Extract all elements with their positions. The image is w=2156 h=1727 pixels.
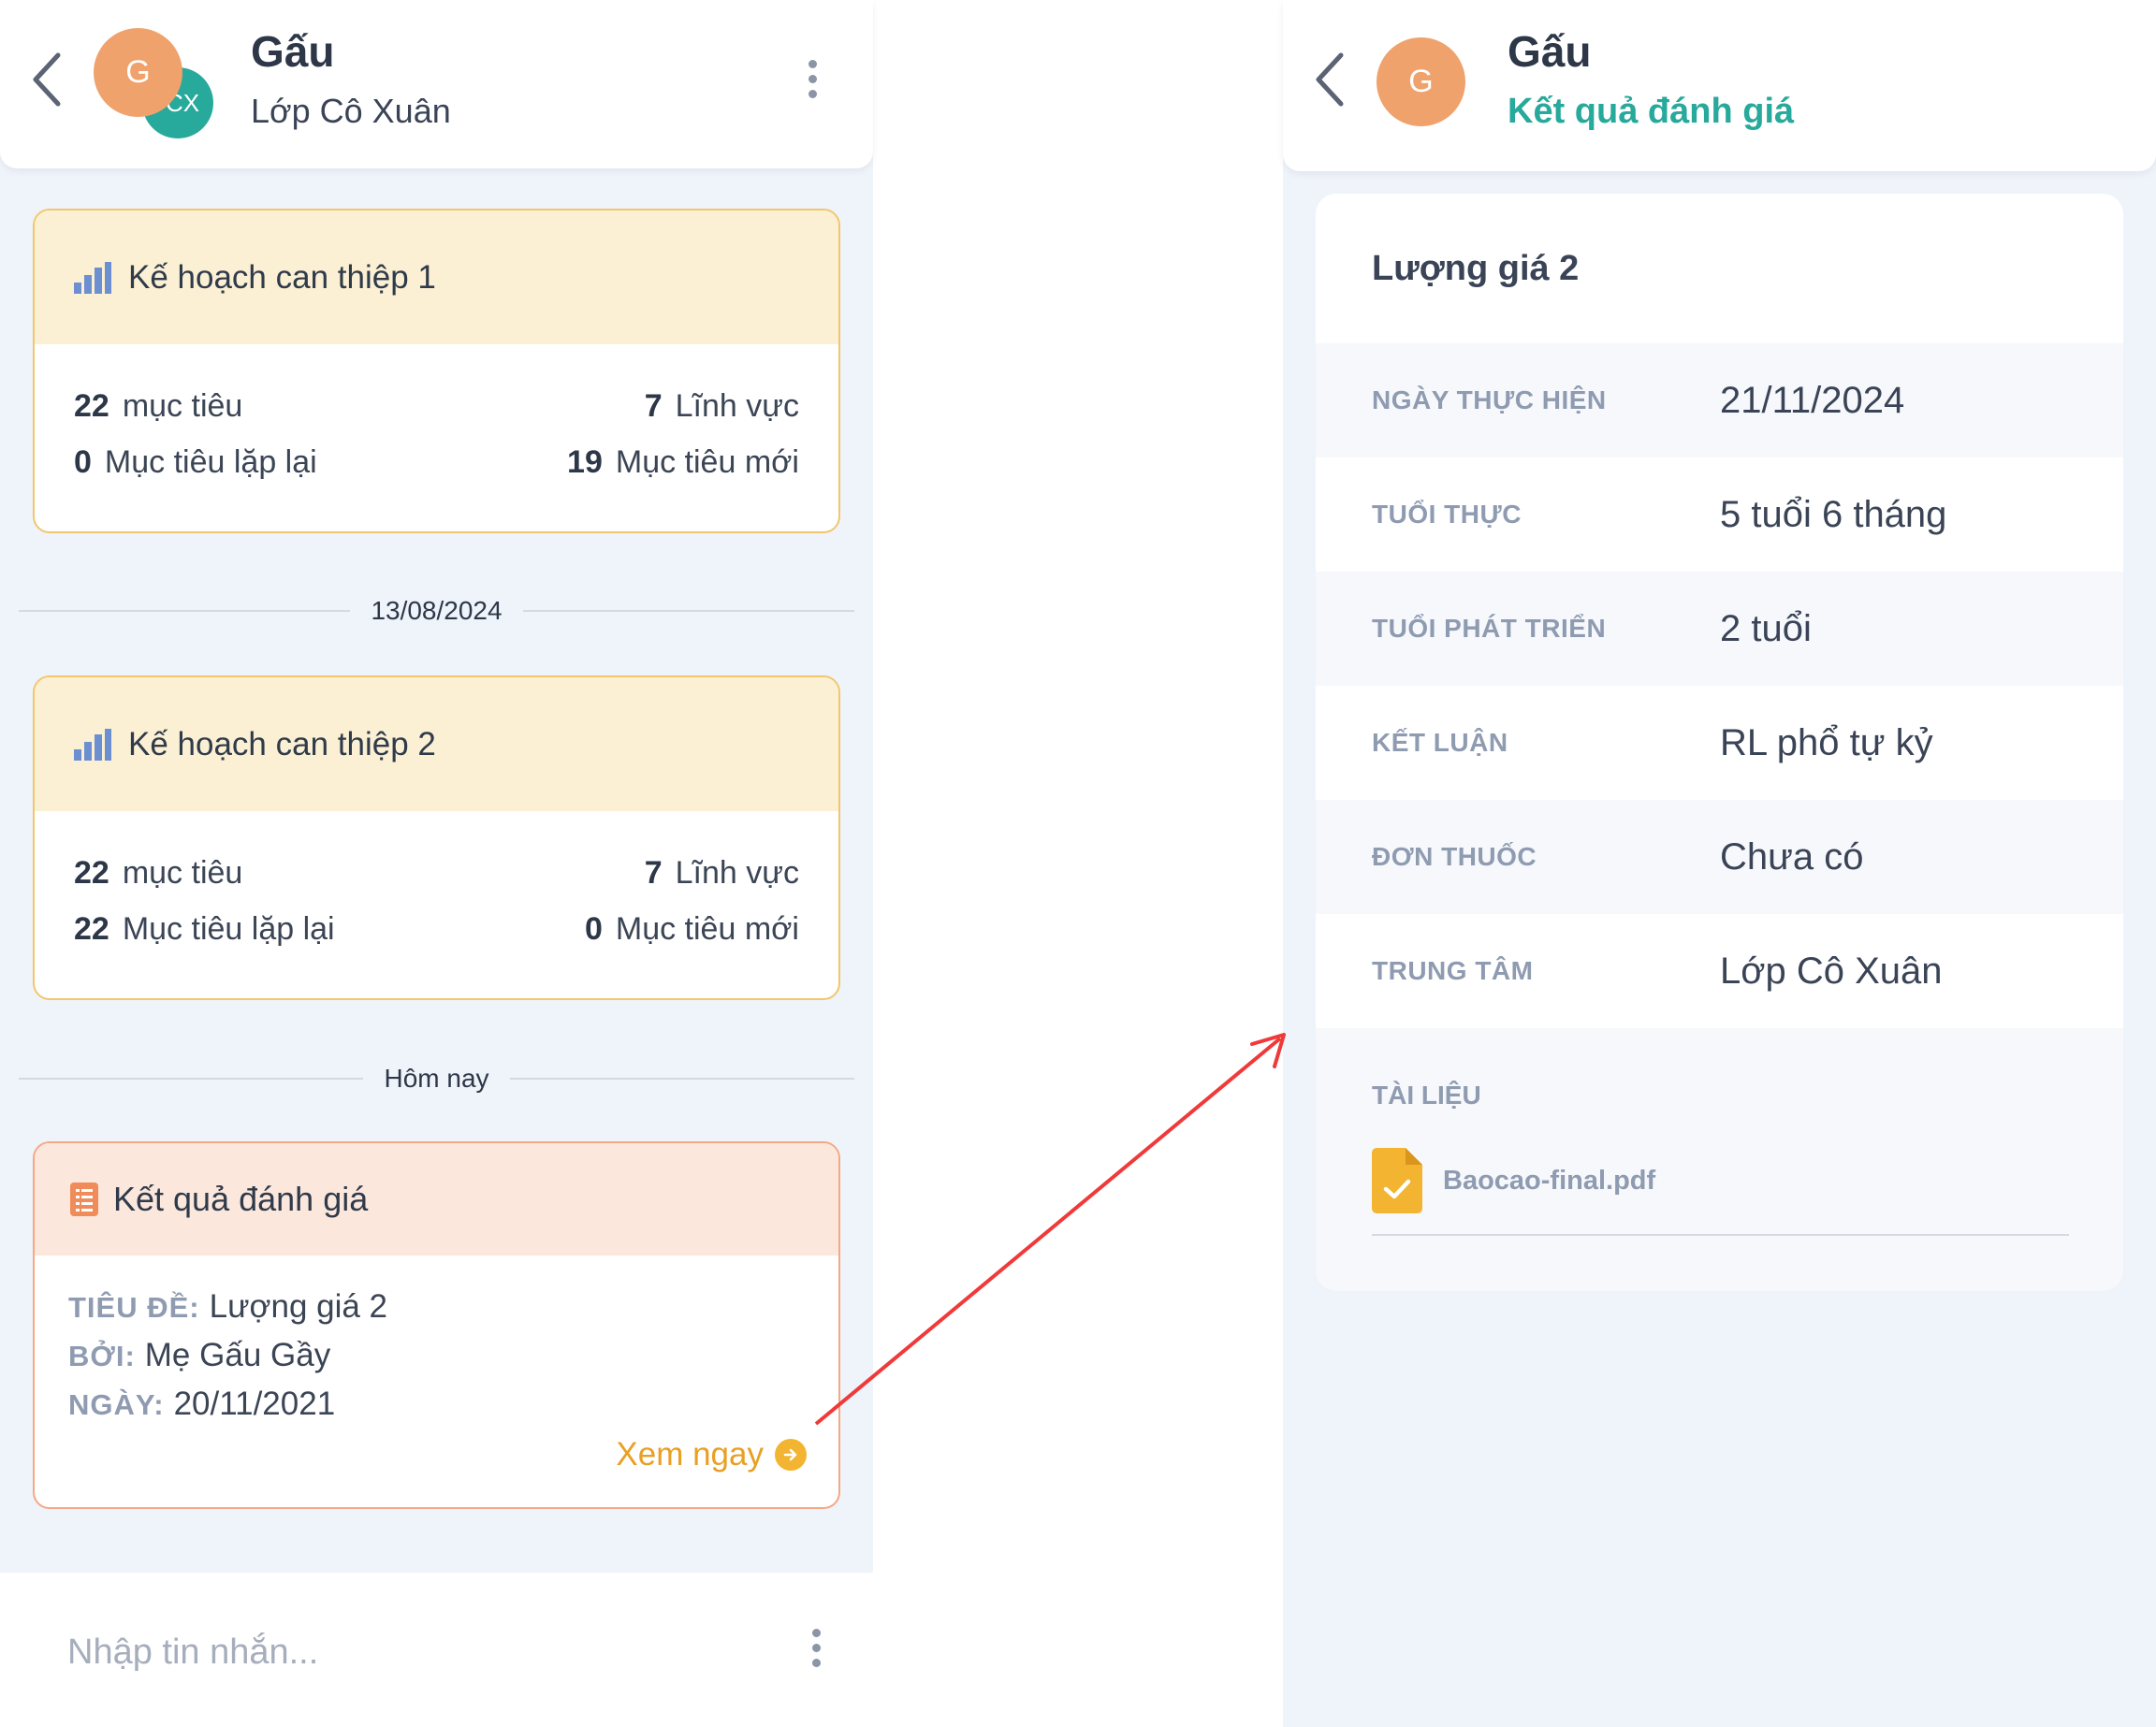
today-divider: Hôm nay [19, 1060, 855, 1097]
areas-label: Lĩnh vực [675, 855, 799, 891]
message-composer [0, 1573, 873, 1727]
detail-row-conclusion: KẾT LUẬN RL phổ tự kỷ [1316, 686, 2123, 800]
evaluation-card-header: Kết quả đánh giá [35, 1143, 838, 1255]
evaluation-date-value: 20/11/2021 [173, 1386, 336, 1422]
plan-card-2[interactable]: Kế hoạch can thiệp 2 22 mục tiêu 7 Lĩnh vự… [33, 675, 840, 1000]
detail-row-label: KẾT LUẬN [1372, 728, 1508, 757]
areas-stat: 7 Lĩnh vực [645, 855, 799, 892]
attachment-file[interactable]: Baocao-final.pdf [1372, 1148, 1655, 1213]
today-divider-label: Hôm nay [384, 1064, 489, 1093]
new-goals-label: Mục tiêu mới [615, 911, 799, 947]
evaluation-detail-card: Lượng giá 2 NGÀY THỰC HIỆN 21/11/2024 TU… [1316, 194, 2123, 1291]
evaluation-title-row: TIÊU ĐỀ: Lượng giá 2 [68, 1288, 387, 1326]
goals-stat: 22 mục tiêu [74, 855, 242, 892]
detail-row-dev-age: TUỔI PHÁT TRIỂN 2 tuổi [1316, 572, 2123, 686]
attachment-divider [1372, 1234, 2069, 1236]
plan-card-1[interactable]: Kế hoạch can thiệp 1 22 mục tiêu 7 Lĩnh vự… [33, 209, 840, 533]
documents-label: TÀI LIỆU [1372, 1081, 1481, 1110]
repeat-goals-count: 0 [74, 444, 92, 480]
detail-row-date: NGÀY THỰC HIỆN 21/11/2024 [1316, 343, 2123, 457]
detail-row-value: 5 tuổi 6 tháng [1720, 493, 1947, 535]
user-avatar: G [94, 28, 182, 117]
areas-label: Lĩnh vực [675, 388, 799, 424]
detail-row-value: Lớp Cô Xuân [1720, 950, 1943, 992]
view-now-label: Xem ngay [616, 1436, 764, 1473]
attachment-filename: Baocao-final.pdf [1443, 1165, 1656, 1196]
detail-row-actual-age: TUỔI THỰC 5 tuổi 6 tháng [1316, 457, 2123, 572]
evaluation-date-row: NGÀY: 20/11/2021 [68, 1386, 335, 1423]
document-list-icon [70, 1183, 98, 1216]
evaluation-by-row: BỞI: Mẹ Gấu Gầy [68, 1337, 330, 1374]
bar-chart-icon [74, 728, 111, 761]
user-avatar: G [1377, 37, 1465, 126]
goals-label: mục tiêu [122, 388, 243, 424]
goals-count: 22 [74, 388, 109, 424]
new-goals-stat: 0 Mục tiêu mới [585, 911, 799, 948]
new-goals-stat: 19 Mục tiêu mới [567, 444, 799, 481]
new-goals-label: Mục tiêu mới [615, 444, 799, 480]
detail-row-value: Chưa có [1720, 835, 1864, 878]
screenshot-stage: CX G Gấu Lớp Cô Xuân Kế hoạch can thiệp … [0, 0, 2156, 1727]
evaluation-card[interactable]: Kết quả đánh giá TIÊU ĐỀ: Lượng giá 2 BỞI… [33, 1141, 840, 1509]
evaluation-name: Lượng giá 2 [1316, 194, 2123, 343]
goals-label: mục tiêu [122, 855, 243, 891]
detail-header: G Gấu Kết quả đánh giá [1283, 0, 2156, 171]
goals-count: 22 [74, 855, 109, 891]
message-input[interactable] [67, 1610, 722, 1694]
date-divider: 13/08/2024 [19, 592, 855, 630]
evaluation-by-key: BỞI: [68, 1340, 136, 1372]
composer-more-icon[interactable] [809, 1629, 823, 1667]
detail-row-label: TUỔI PHÁT TRIỂN [1372, 614, 1607, 643]
chat-screen: CX G Gấu Lớp Cô Xuân Kế hoạch can thiệp … [0, 0, 873, 1727]
detail-row-value: 21/11/2024 [1720, 379, 1905, 421]
repeat-goals-count: 22 [74, 911, 109, 947]
plan-card-title: Kế hoạch can thiệp 1 [128, 258, 436, 296]
chevron-left-icon [1316, 52, 1344, 107]
detail-row-value: 2 tuổi [1720, 607, 1812, 649]
evaluation-card-title: Kết quả đánh giá [113, 1180, 369, 1218]
detail-row-center: TRUNG TÂM Lớp Cô Xuân [1316, 914, 2123, 1028]
chat-title: Gấu [251, 27, 335, 76]
plan-card-header: Kế hoạch can thiệp 2 [35, 677, 838, 811]
areas-stat: 7 Lĩnh vực [645, 388, 799, 425]
plan-card-header: Kế hoạch can thiệp 1 [35, 210, 838, 344]
evaluation-by-value: Mẹ Gấu Gầy [144, 1337, 331, 1373]
evaluation-detail-screen: G Gấu Kết quả đánh giá Lượng giá 2 NGÀY … [1283, 0, 2156, 1727]
chevron-left-icon [33, 52, 61, 107]
new-goals-count: 19 [567, 444, 603, 480]
plan-card-title: Kế hoạch can thiệp 2 [128, 725, 436, 762]
date-divider-label: 13/08/2024 [371, 596, 503, 625]
detail-title: Gấu [1508, 27, 1592, 76]
chat-header: CX G Gấu Lớp Cô Xuân [0, 0, 873, 168]
new-goals-count: 0 [584, 911, 603, 947]
back-button[interactable] [1311, 51, 1348, 108]
detail-row-label: TRUNG TÂM [1372, 956, 1534, 985]
arrow-right-circle-icon [775, 1439, 807, 1471]
areas-count: 7 [644, 855, 663, 891]
repeat-goals-label: Mục tiêu lặp lại [104, 444, 317, 480]
evaluation-date-key: NGÀY: [68, 1388, 165, 1421]
detail-subtitle: Kết quả đánh giá [1508, 92, 1795, 131]
chat-subtitle: Lớp Cô Xuân [251, 92, 451, 130]
evaluation-title-key: TIÊU ĐỀ: [68, 1291, 200, 1324]
repeat-goals-stat: 22 Mục tiêu lặp lại [74, 911, 335, 948]
bar-chart-icon [74, 261, 111, 294]
repeat-goals-label: Mục tiêu lặp lại [122, 911, 335, 947]
detail-row-label: TUỔI THỰC [1372, 500, 1522, 529]
file-check-icon [1372, 1148, 1422, 1213]
detail-row-label: ĐƠN THUỐC [1372, 842, 1537, 871]
goals-stat: 22 mục tiêu [74, 388, 242, 425]
areas-count: 7 [644, 388, 663, 424]
repeat-goals-stat: 0 Mục tiêu lặp lại [74, 444, 317, 481]
view-now-link[interactable]: Xem ngay [616, 1436, 807, 1473]
detail-row-label: NGÀY THỰC HIỆN [1372, 385, 1607, 414]
evaluation-title-value: Lượng giá 2 [209, 1288, 388, 1325]
more-options-icon[interactable] [806, 60, 819, 98]
back-button[interactable] [28, 51, 66, 108]
user-avatar-initial: G [125, 54, 151, 90]
detail-row-value: RL phổ tự kỷ [1720, 721, 1933, 763]
detail-row-prescription: ĐƠN THUỐC Chưa có [1316, 800, 2123, 914]
user-avatar-initial: G [1408, 64, 1434, 99]
